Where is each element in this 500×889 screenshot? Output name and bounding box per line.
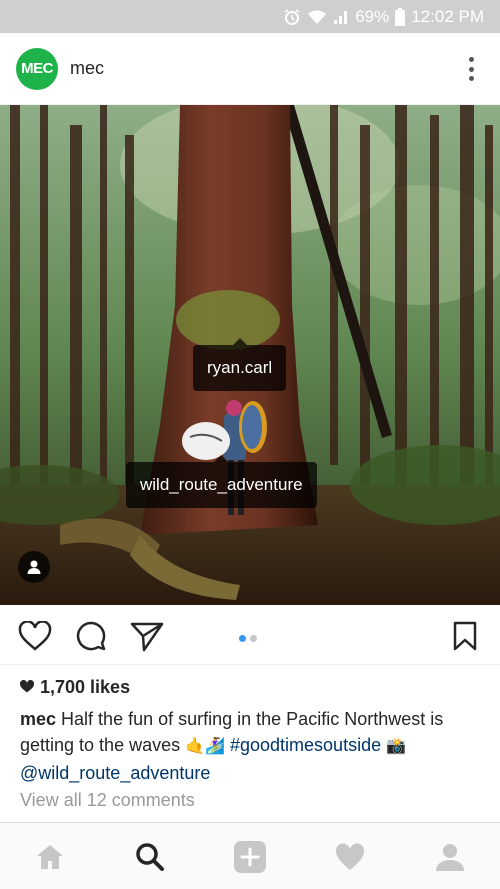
like-icon[interactable] — [18, 619, 52, 653]
likes-label: 1,700 likes — [40, 677, 131, 697]
caption-emojis: 🤙🏄‍♀️ — [185, 738, 225, 755]
battery-icon — [395, 7, 406, 26]
signal-icon — [333, 9, 349, 25]
carousel-indicator — [239, 635, 261, 642]
profile-icon[interactable] — [434, 841, 466, 873]
username[interactable]: mec — [70, 58, 104, 79]
post-header: MEC mec — [0, 33, 500, 105]
more-options-icon[interactable] — [468, 57, 474, 81]
caption-username[interactable]: mec — [20, 709, 56, 729]
likes-count[interactable]: 1,700 likes — [19, 677, 131, 698]
heart-icon — [19, 677, 35, 698]
photo-tag-user[interactable]: wild_route_adventure — [126, 455, 317, 508]
avatar[interactable]: MEC — [16, 47, 58, 90]
comment-icon[interactable] — [74, 619, 108, 653]
add-icon[interactable] — [234, 841, 266, 873]
bottom-nav — [0, 822, 500, 889]
search-icon[interactable] — [134, 841, 166, 873]
home-icon[interactable] — [34, 841, 66, 873]
share-icon[interactable] — [130, 619, 164, 653]
caption-hashtag[interactable]: #goodtimesoutside — [230, 735, 381, 755]
carousel-dot — [250, 635, 257, 642]
carousel-dot-active — [239, 635, 246, 642]
caption-mention[interactable]: @wild_route_adventure — [20, 763, 210, 783]
bookmark-icon[interactable] — [448, 619, 482, 653]
wifi-icon — [307, 9, 327, 25]
alarm-icon — [283, 8, 301, 26]
battery-percent: 69% — [355, 6, 390, 26]
photo-tag-user[interactable]: ryan.carl — [193, 338, 287, 391]
post-actions — [0, 605, 500, 665]
activity-icon[interactable] — [334, 841, 366, 873]
caption: mec Half the fun of surfing in the Pacif… — [20, 706, 485, 786]
status-bar: 69% 12:02 PM — [0, 0, 500, 33]
camera-emoji-icon: 📸 — [386, 738, 407, 755]
clock: 12:02 PM — [411, 6, 484, 26]
view-comments-link[interactable]: View all 12 comments — [20, 790, 195, 811]
tagged-users-icon[interactable] — [18, 551, 50, 583]
post-photo[interactable]: ryan.carl wild_route_adventure — [0, 105, 500, 605]
